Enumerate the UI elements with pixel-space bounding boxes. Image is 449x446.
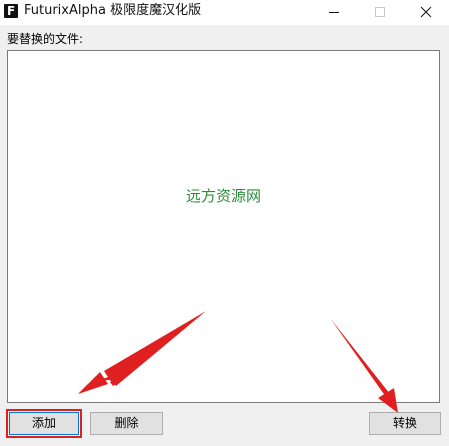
annotation-arrows [76, 311, 398, 413]
arrow-to-add-head [78, 372, 108, 394]
arrow-to-add-shaft [110, 311, 206, 386]
arrow-to-convert-head [378, 388, 398, 413]
app-window: F FuturixAlpha 极限度魔汉化版 要替换的文件: 远方资源网 添加 … [0, 0, 449, 446]
arrow-to-convert-shaft [330, 318, 390, 397]
